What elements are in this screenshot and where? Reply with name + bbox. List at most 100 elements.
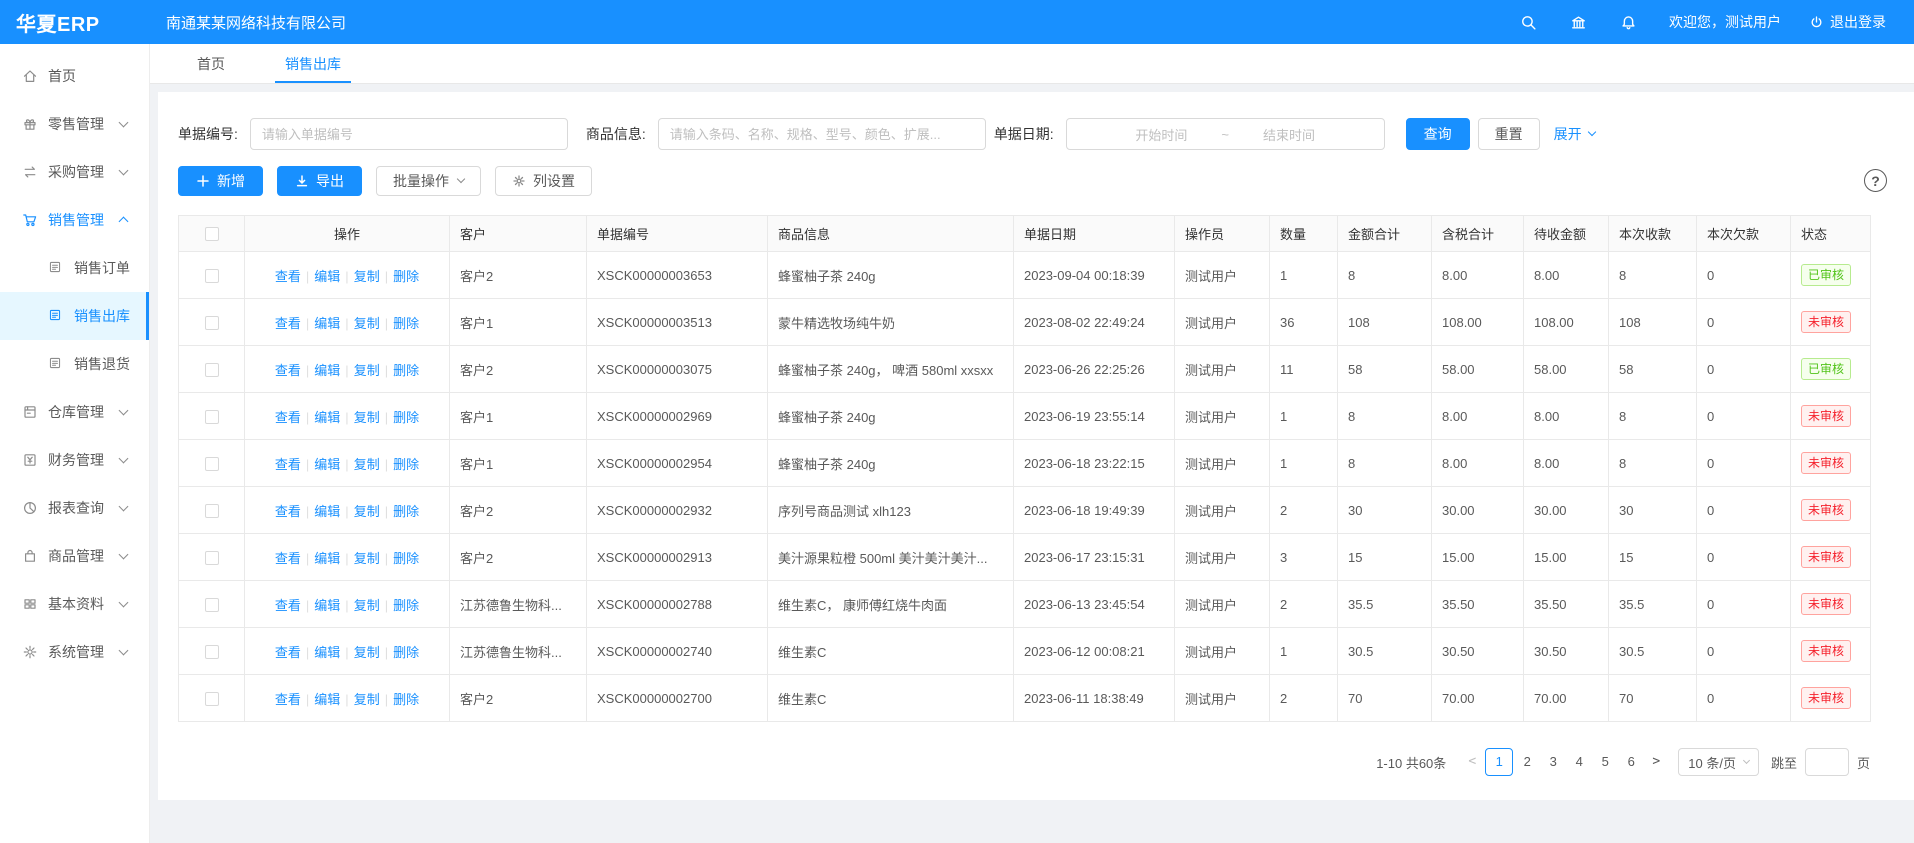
sidebar-item-goods[interactable]: 商品管理 (0, 532, 149, 580)
cell-customer: 客户1 (450, 299, 587, 346)
cell-date: 2023-06-17 23:15:31 (1014, 534, 1175, 581)
sidebar-item-system[interactable]: 系统管理 (0, 628, 149, 676)
copy-link[interactable]: 复制 (354, 551, 380, 566)
delete-link[interactable]: 删除 (393, 692, 419, 707)
logout-button[interactable]: 退出登录 (1809, 12, 1886, 32)
page-button-6[interactable]: 6 (1619, 748, 1643, 776)
page-button-4[interactable]: 4 (1567, 748, 1591, 776)
edit-link[interactable]: 编辑 (314, 363, 340, 378)
view-link[interactable]: 查看 (275, 551, 301, 566)
column-settings-button[interactable]: 列设置 (495, 166, 592, 196)
bill-no-input[interactable] (250, 118, 568, 150)
plus-icon (196, 174, 210, 188)
delete-link[interactable]: 删除 (393, 316, 419, 331)
row-checkbox[interactable] (205, 363, 219, 377)
edit-link[interactable]: 编辑 (314, 457, 340, 472)
sidebar-item-sales[interactable]: 销售管理 (0, 196, 149, 244)
copy-link[interactable]: 复制 (354, 645, 380, 660)
date-range-input[interactable]: 开始时间 ~ 结束时间 (1066, 118, 1385, 150)
sidebar-item-basic-data[interactable]: 基本资料 (0, 580, 149, 628)
copy-link[interactable]: 复制 (354, 410, 380, 425)
tab-sales-outbound[interactable]: 销售出库 (283, 44, 343, 83)
sidebar-item-sales-return[interactable]: 销售退货 (0, 340, 149, 388)
sidebar-item-purchase[interactable]: 采购管理 (0, 148, 149, 196)
delete-link[interactable]: 删除 (393, 551, 419, 566)
row-checkbox[interactable] (205, 316, 219, 330)
edit-link[interactable]: 编辑 (314, 598, 340, 613)
export-button[interactable]: 导出 (277, 166, 362, 196)
page-button-3[interactable]: 3 (1541, 748, 1565, 776)
sidebar-item-sales-outbound[interactable]: 销售出库 (0, 292, 149, 340)
copy-link[interactable]: 复制 (354, 363, 380, 378)
search-button[interactable]: 查询 (1406, 118, 1470, 150)
tab-home[interactable]: 首页 (195, 44, 227, 83)
sidebar-item-report[interactable]: 报表查询 (0, 484, 149, 532)
select-all-checkbox[interactable] (205, 227, 219, 241)
copy-link[interactable]: 复制 (354, 269, 380, 284)
delete-link[interactable]: 删除 (393, 363, 419, 378)
sidebar-item-warehouse[interactable]: 仓库管理 (0, 388, 149, 436)
row-checkbox[interactable] (205, 410, 219, 424)
cell-debt: 0 (1697, 534, 1791, 581)
cell-received: 70 (1609, 675, 1697, 722)
reset-button[interactable]: 重置 (1478, 118, 1540, 150)
row-checkbox[interactable] (205, 504, 219, 518)
copy-link[interactable]: 复制 (354, 316, 380, 331)
sidebar-item-sales-order[interactable]: 销售订单 (0, 244, 149, 292)
edit-link[interactable]: 编辑 (314, 645, 340, 660)
page-button-1[interactable]: 1 (1485, 748, 1513, 776)
view-link[interactable]: 查看 (275, 692, 301, 707)
page-button-2[interactable]: 2 (1515, 748, 1539, 776)
batch-actions-button[interactable]: 批量操作 (376, 166, 481, 196)
copy-link[interactable]: 复制 (354, 692, 380, 707)
prev-page-button[interactable]: < (1460, 748, 1484, 776)
row-checkbox[interactable] (205, 692, 219, 706)
copy-link[interactable]: 复制 (354, 504, 380, 519)
delete-link[interactable]: 删除 (393, 457, 419, 472)
view-link[interactable]: 查看 (275, 645, 301, 660)
jump-page-input[interactable] (1805, 748, 1849, 776)
cell-bill-no: XSCK00000002700 (587, 675, 768, 722)
view-link[interactable]: 查看 (275, 598, 301, 613)
row-checkbox[interactable] (205, 551, 219, 565)
copy-link[interactable]: 复制 (354, 457, 380, 472)
delete-link[interactable]: 删除 (393, 645, 419, 660)
help-icon[interactable]: ? (1864, 169, 1887, 192)
table-row: 查看|编辑|复制|删除客户1XSCK00000002954蜂蜜柚子茶 240g2… (179, 440, 1871, 487)
edit-link[interactable]: 编辑 (314, 269, 340, 284)
page-size-select[interactable]: 10 条/页 (1678, 748, 1759, 776)
next-page-button[interactable]: > (1644, 748, 1668, 776)
cell-bill-no: XSCK00000003513 (587, 299, 768, 346)
edit-link[interactable]: 编辑 (314, 410, 340, 425)
cell-debt: 0 (1697, 487, 1791, 534)
edit-link[interactable]: 编辑 (314, 551, 340, 566)
delete-link[interactable]: 删除 (393, 269, 419, 284)
edit-link[interactable]: 编辑 (314, 316, 340, 331)
delete-link[interactable]: 删除 (393, 504, 419, 519)
sidebar-item-home[interactable]: 首页 (0, 52, 149, 100)
view-link[interactable]: 查看 (275, 410, 301, 425)
delete-link[interactable]: 删除 (393, 598, 419, 613)
delete-link[interactable]: 删除 (393, 410, 419, 425)
page-button-5[interactable]: 5 (1593, 748, 1617, 776)
row-checkbox[interactable] (205, 598, 219, 612)
product-info-input[interactable] (658, 118, 986, 150)
copy-link[interactable]: 复制 (354, 598, 380, 613)
bell-icon[interactable] (1611, 0, 1645, 44)
view-link[interactable]: 查看 (275, 363, 301, 378)
expand-link[interactable]: 展开 (1554, 124, 1595, 144)
row-checkbox[interactable] (205, 457, 219, 471)
search-icon[interactable] (1511, 0, 1545, 44)
view-link[interactable]: 查看 (275, 457, 301, 472)
row-checkbox[interactable] (205, 645, 219, 659)
sidebar-item-finance[interactable]: 财务管理 (0, 436, 149, 484)
sidebar-item-retail[interactable]: 零售管理 (0, 100, 149, 148)
view-link[interactable]: 查看 (275, 316, 301, 331)
view-link[interactable]: 查看 (275, 504, 301, 519)
add-button[interactable]: 新增 (178, 166, 263, 196)
bank-icon[interactable] (1561, 0, 1595, 44)
edit-link[interactable]: 编辑 (314, 692, 340, 707)
row-checkbox[interactable] (205, 269, 219, 283)
view-link[interactable]: 查看 (275, 269, 301, 284)
edit-link[interactable]: 编辑 (314, 504, 340, 519)
